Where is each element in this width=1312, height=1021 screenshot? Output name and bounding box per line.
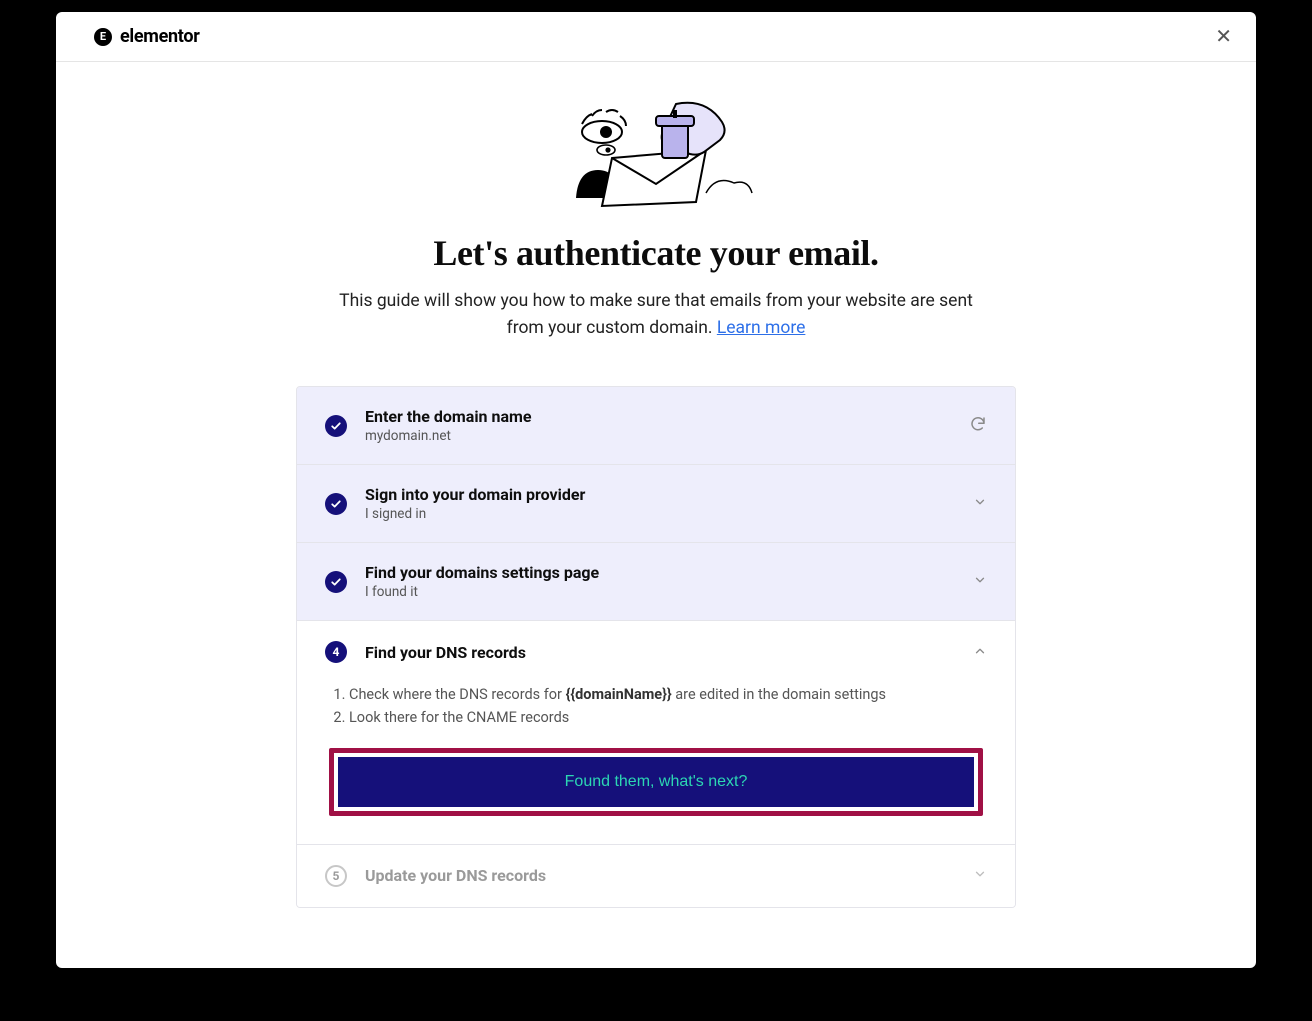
step-subtitle: I found it: [365, 584, 955, 600]
step-find-settings: Find your domains settings page I found …: [297, 543, 1015, 621]
stamp-envelope-illustration: [556, 98, 756, 218]
step-texts: Find your DNS records: [365, 643, 955, 662]
domain-placeholder: {{domainName}}: [566, 686, 672, 703]
step-header[interactable]: 5 Update your DNS records: [297, 845, 1015, 907]
brand-name: elementor: [120, 26, 200, 47]
brand: E elementor: [94, 26, 200, 47]
check-icon: [325, 571, 347, 593]
page-subtitle: This guide will show you how to make sur…: [336, 288, 976, 342]
step-title: Find your domains settings page: [365, 563, 955, 582]
chevron-down-icon[interactable]: [973, 866, 987, 885]
found-them-next-button[interactable]: Found them, what's next?: [338, 757, 974, 807]
modal-content: Let's authenticate your email. This guid…: [56, 62, 1256, 968]
step-texts: Sign into your domain provider I signed …: [365, 485, 955, 522]
step-find-dns: 4 Find your DNS records Check where the …: [297, 621, 1015, 844]
chevron-up-icon[interactable]: [973, 643, 987, 662]
step-texts: Update your DNS records: [365, 866, 955, 885]
modal-header: E elementor ✕: [56, 12, 1256, 62]
page-title: Let's authenticate your email.: [433, 232, 878, 274]
step-header[interactable]: 4 Find your DNS records: [297, 621, 1015, 683]
step-number-badge: 5: [325, 865, 347, 887]
learn-more-link[interactable]: Learn more: [717, 318, 806, 338]
step-title: Find your DNS records: [365, 643, 955, 662]
chevron-down-icon[interactable]: [973, 494, 987, 513]
step-body: Check where the DNS records for {{domain…: [297, 683, 1015, 843]
step-enter-domain: Enter the domain name mydomain.net: [297, 387, 1015, 465]
step-texts: Find your domains settings page I found …: [365, 563, 955, 600]
close-button[interactable]: ✕: [1215, 27, 1232, 47]
step-header[interactable]: Enter the domain name mydomain.net: [297, 387, 1015, 464]
cta-highlight-frame: Found them, what's next?: [329, 748, 983, 816]
instruction-item: Check where the DNS records for {{domain…: [349, 683, 983, 706]
close-icon: ✕: [1215, 26, 1232, 48]
step-header[interactable]: Sign into your domain provider I signed …: [297, 465, 1015, 542]
step-title: Enter the domain name: [365, 407, 951, 426]
brand-logo-icon: E: [94, 28, 112, 46]
check-icon: [325, 493, 347, 515]
text: Check where the DNS records for: [349, 686, 566, 703]
step-title: Sign into your domain provider: [365, 485, 955, 504]
step-update-dns: 5 Update your DNS records: [297, 845, 1015, 907]
check-icon: [325, 415, 347, 437]
instructions-list: Check where the DNS records for {{domain…: [329, 683, 983, 729]
text: are edited in the domain settings: [672, 686, 886, 703]
step-number-badge: 4: [325, 641, 347, 663]
step-title: Update your DNS records: [365, 866, 955, 885]
step-header[interactable]: Find your domains settings page I found …: [297, 543, 1015, 620]
step-texts: Enter the domain name mydomain.net: [365, 407, 951, 444]
step-sign-in-provider: Sign into your domain provider I signed …: [297, 465, 1015, 543]
subtitle-text: This guide will show you how to make sur…: [339, 291, 973, 338]
steps-accordion: Enter the domain name mydomain.net Sign …: [296, 386, 1016, 907]
refresh-icon[interactable]: [969, 415, 987, 437]
auth-email-modal: E elementor ✕: [56, 12, 1256, 968]
instruction-item: Look there for the CNAME records: [349, 706, 983, 729]
step-subtitle: mydomain.net: [365, 428, 951, 444]
step-subtitle: I signed in: [365, 506, 955, 522]
chevron-down-icon[interactable]: [973, 572, 987, 591]
